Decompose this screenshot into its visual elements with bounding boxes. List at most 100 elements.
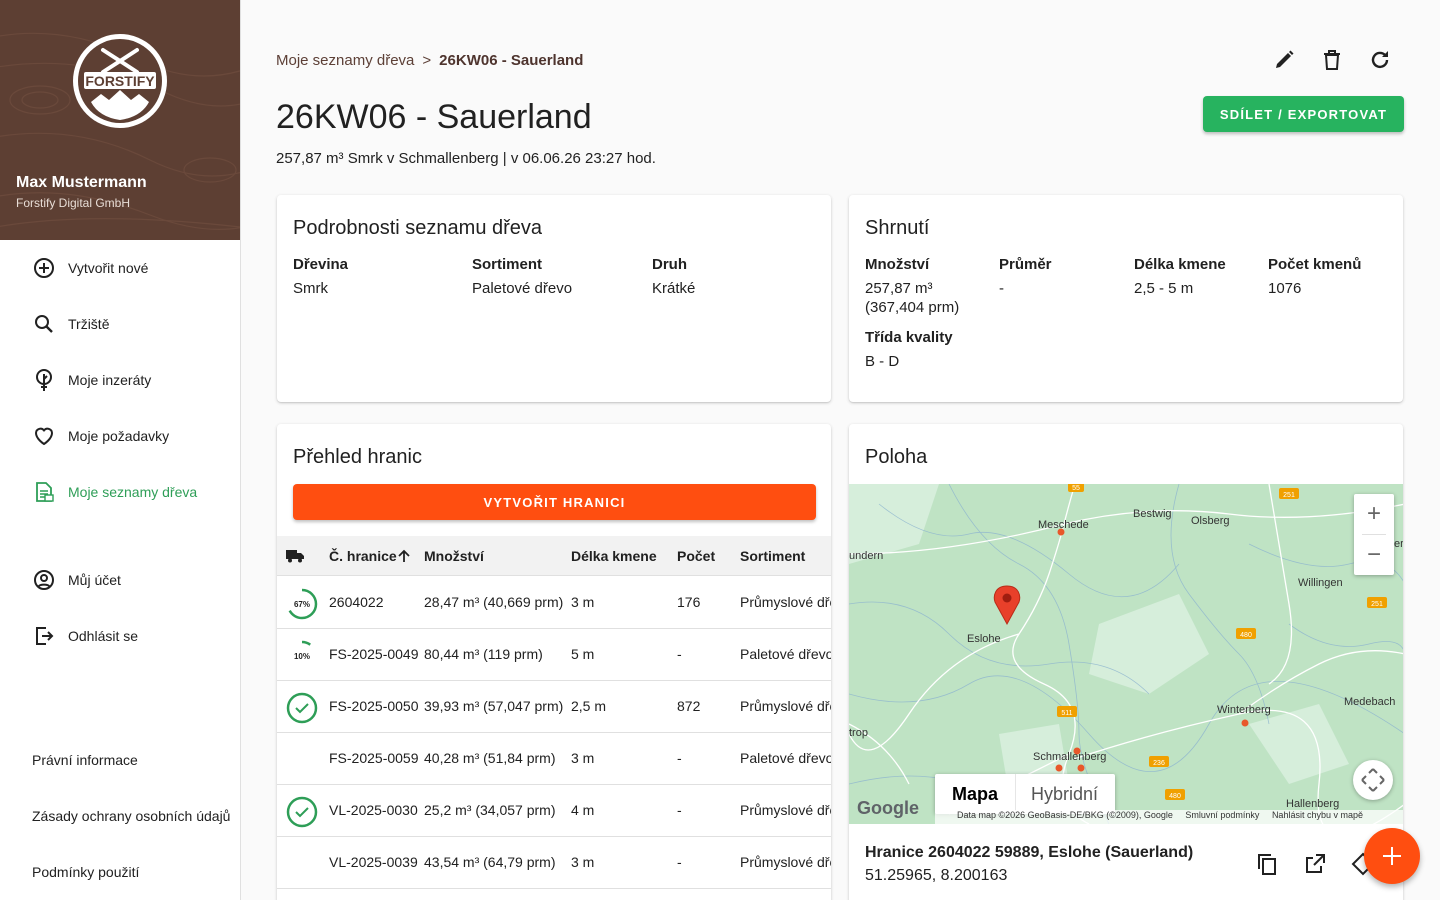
place-label: Meschede	[1038, 519, 1089, 531]
zoom-in-button[interactable]: +	[1354, 494, 1394, 534]
sidebar: FORSTIFY Max Mustermann Forstify Digital…	[0, 0, 241, 900]
cell-quantity: 25,2 m³ (34,057 prm)	[424, 802, 556, 818]
zoom-out-button[interactable]: −	[1354, 535, 1394, 575]
place-label: trop	[849, 727, 868, 739]
user-name: Max Mustermann	[16, 174, 147, 191]
nav-my-wood-lists[interactable]: Moje seznamy dřeva	[0, 470, 240, 514]
location-name: Hranice 2604022 59889, Eslohe (Sauerland…	[865, 844, 1194, 861]
fullscreen-button[interactable]	[1353, 760, 1393, 800]
cell-length: 5 m	[571, 646, 595, 662]
piles-card: Přehled hranic VYTVOŘIT HRANICI Č. hrani…	[277, 424, 831, 900]
user-company: Forstify Digital GmbH	[16, 196, 131, 210]
nav-label: Můj účet	[68, 572, 121, 588]
table-row[interactable]: 10% FS-2025-0049 80,44 m³ (119 prm) 5 m - Pal…	[277, 629, 831, 681]
col-length[interactable]: Délka kmene	[571, 548, 657, 564]
nav-label: Moje seznamy dřeva	[68, 484, 198, 500]
open-external-icon[interactable]	[1303, 852, 1327, 876]
table-row[interactable]: VL-2025-0039 43,54 m³ (64,79 prm) 3 m - Prům…	[277, 837, 831, 889]
cell-assortment: Průmyslové dřevo	[740, 698, 831, 714]
heart-icon	[34, 427, 54, 446]
forstify-logo: FORSTIFY	[73, 34, 167, 128]
cell-pile-number: FS-2025-0049	[329, 646, 419, 662]
map-report-link[interactable]: Nahlásit chybu v mapě	[1272, 810, 1363, 820]
profile-header: FORSTIFY Max Mustermann Forstify Digital…	[0, 0, 240, 240]
terms-of-use-link[interactable]: Podmínky použití	[32, 864, 139, 880]
road-label: 480	[1240, 632, 1252, 639]
cell-quantity: 39,93 m³ (57,047 prm)	[424, 698, 564, 714]
table-row[interactable]: FS-2025-0050 39,93 m³ (57,047 prm) 2,5 m 87…	[277, 681, 831, 733]
trash-icon[interactable]	[1320, 48, 1344, 72]
cell-pile-number: VL-2025-0030	[329, 802, 418, 818]
cell-quantity: 28,47 m³ (40,669 prm)	[424, 594, 564, 610]
nav-label: Moje inzeráty	[68, 372, 152, 388]
map-terms-link[interactable]: Smluvní podmínky	[1185, 810, 1259, 820]
breadcrumb-parent[interactable]: Moje seznamy dřeva	[276, 52, 414, 69]
diameter-label: Průměr	[999, 256, 1052, 273]
cell-count: -	[677, 854, 682, 870]
cell-count: -	[677, 750, 682, 766]
location-title: Poloha	[865, 446, 928, 468]
move-arrows-icon	[1361, 768, 1385, 792]
map-terrain: 55 251 251 480 511 236 480 Meschede Best…	[849, 484, 1403, 824]
share-export-button[interactable]: SDÍLET / EXPORTOVAT	[1203, 96, 1404, 132]
pencil-icon[interactable]	[1272, 48, 1296, 72]
species-value: Smrk	[293, 280, 328, 297]
refresh-icon[interactable]	[1368, 48, 1392, 72]
quantity-prm-value: (367,404 prm)	[865, 299, 960, 316]
check-circle-icon	[286, 692, 318, 724]
legal-info-link[interactable]: Právní informace	[32, 752, 138, 768]
table-row[interactable]: 67% 2604022 28,47 m³ (40,669 prm) 3 m 176 Prů…	[277, 577, 831, 629]
map-type-map[interactable]: Mapa	[952, 784, 998, 805]
type-label: Druh	[652, 256, 687, 273]
privacy-policy-link[interactable]: Zásady ochrany osobních údajů	[32, 808, 230, 824]
road-label: 55	[1072, 485, 1080, 492]
location-card: Poloha 55 251 251 480 511 236 480 Mesche…	[849, 424, 1403, 900]
col-quantity[interactable]: Množství	[424, 548, 484, 564]
assortment-label: Sortiment	[472, 256, 543, 273]
col-assortment[interactable]: Sortiment	[740, 548, 805, 564]
quality-value: B - D	[865, 353, 900, 370]
arrow-up-icon[interactable]	[397, 549, 411, 563]
nav-my-requests[interactable]: Moje požadavky	[0, 414, 240, 458]
table-row[interactable]: VL-2025-0030 25,2 m³ (34,057 prm) 4 m - Prům…	[277, 785, 831, 837]
account-circle-icon	[34, 570, 54, 590]
tree-icon	[36, 369, 52, 391]
piles-title: Přehled hranic	[293, 446, 422, 468]
add-fab-button[interactable]	[1364, 828, 1420, 884]
nav-create-new[interactable]: Vytvořit nové	[0, 246, 240, 290]
nav-label: Vytvořit nové	[68, 260, 149, 276]
nav-label: Moje požadavky	[68, 428, 170, 444]
map[interactable]: 55 251 251 480 511 236 480 Meschede Best…	[849, 484, 1403, 824]
table-row[interactable]: FS-2025-0059 40,28 m³ (51,84 prm) 3 m - Pale…	[277, 733, 831, 785]
breadcrumb: Moje seznamy dřeva > 26KW06 - Sauerland	[276, 52, 583, 69]
log-count-label: Počet kmenů	[1268, 256, 1362, 273]
nav-logout[interactable]: Odhlásit se	[0, 614, 240, 658]
nav-marketplace[interactable]: Tržiště	[0, 302, 240, 346]
cell-length: 3 m	[571, 854, 595, 870]
road-label: 251	[1283, 492, 1295, 499]
copy-icon[interactable]	[1255, 852, 1279, 876]
place-label: undern	[849, 550, 883, 562]
nav-my-account[interactable]: Můj účet	[0, 558, 240, 602]
col-pile-number[interactable]: Č. hranice	[329, 548, 397, 564]
cell-pile-number: FS-2025-0050	[329, 698, 419, 714]
map-type-hybrid[interactable]: Hybridní	[1031, 784, 1098, 805]
cell-assortment: Průmyslové dřevo	[740, 594, 831, 610]
nav-label: Tržiště	[68, 316, 110, 332]
place-label: Willingen	[1298, 577, 1343, 589]
col-count[interactable]: Počet	[677, 548, 715, 564]
summary-card: Shrnutí Množství 257,87 m³ (367,404 prm)…	[849, 195, 1403, 402]
logout-icon	[36, 627, 54, 645]
create-pile-button[interactable]: VYTVOŘIT HRANICI	[293, 484, 816, 520]
assortment-value: Paletové dřevo	[472, 280, 573, 297]
cell-count: 176	[677, 594, 701, 610]
details-title: Podrobnosti seznamu dřeva	[293, 217, 543, 239]
nav-my-listings[interactable]: Moje inzeráty	[0, 358, 240, 402]
cell-assortment: Paletové dřevo	[740, 646, 831, 662]
progress-label: 67%	[294, 600, 310, 609]
cell-assortment: Paletové dřevo	[740, 750, 831, 766]
cell-pile-number: VL-2025-0039	[329, 854, 418, 870]
type-value: Krátké	[652, 280, 696, 297]
google-logo: Google	[857, 798, 919, 818]
map-type-control: Mapa Hybridní	[935, 774, 1115, 814]
